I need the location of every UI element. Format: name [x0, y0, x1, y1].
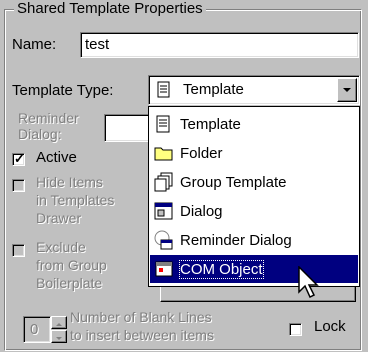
com-object-icon	[155, 261, 173, 277]
lock-label: Lock	[314, 318, 346, 335]
template-type-label: Template Type:	[12, 82, 114, 99]
document-icon	[157, 81, 170, 98]
template-type-dropdown-list: Template Folder Group Template Dialog Re…	[148, 106, 360, 287]
dropdown-item-com-object[interactable]: COM Object	[150, 255, 358, 283]
dropdown-item-reminder-dialog[interactable]: Reminder Dialog	[150, 226, 358, 254]
folder-icon	[154, 147, 173, 161]
active-checkbox[interactable]: ✓	[12, 151, 25, 166]
dropdown-item-folder[interactable]: Folder	[150, 139, 358, 167]
document-icon	[156, 115, 170, 133]
exclude-checkbox	[12, 244, 25, 257]
dropdown-item-group-template[interactable]: Group Template	[150, 168, 358, 196]
active-label: Active	[36, 149, 77, 166]
dropdown-item-dialog[interactable]: Dialog	[150, 197, 358, 225]
name-input[interactable]: test	[80, 32, 359, 58]
checkmark-icon: ✓	[14, 151, 25, 166]
reminder-dialog-icon	[154, 230, 173, 250]
mouse-cursor-icon	[298, 266, 319, 299]
arrow-up-icon	[56, 323, 62, 326]
reminder-dialog-input	[104, 114, 150, 142]
arrow-down-icon	[56, 337, 62, 340]
group-template-icon	[154, 172, 173, 192]
dropdown-button[interactable]	[337, 78, 357, 102]
blank-lines-label: Number of Blank Lines to insert between i…	[70, 309, 214, 343]
dropdown-item-template[interactable]: Template	[150, 110, 358, 138]
template-type-combobox[interactable]: Template	[148, 75, 360, 105]
hide-items-label: Hide Items in Templates Drawer	[36, 174, 115, 226]
spin-down-button	[51, 330, 67, 343]
hide-items-checkbox	[12, 179, 25, 192]
name-value: test	[85, 36, 110, 53]
lock-checkbox[interactable]	[289, 323, 302, 336]
template-type-value: Template	[183, 81, 244, 98]
group-title: Shared Template Properties	[14, 0, 206, 17]
reminder-dialog-label: Reminder Dialog:	[18, 110, 79, 142]
exclude-label: Exclude from Group Boilerplate	[36, 239, 107, 291]
blank-lines-input: 0	[23, 316, 51, 343]
name-label: Name:	[12, 36, 57, 53]
spin-up-button	[51, 316, 67, 329]
dialog-icon	[154, 202, 173, 220]
chevron-down-icon	[343, 88, 351, 92]
